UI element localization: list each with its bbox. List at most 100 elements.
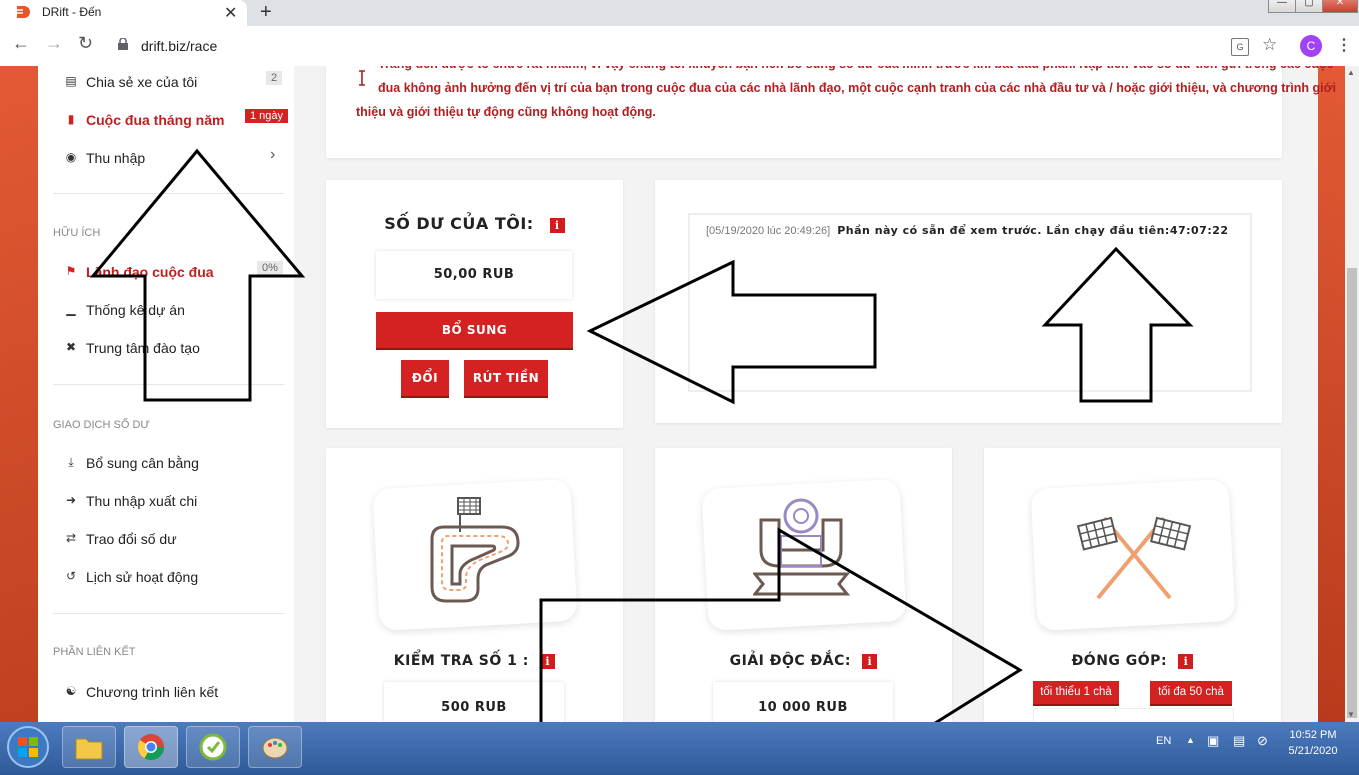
close-tab-icon[interactable]: ✕: [224, 3, 237, 23]
notice-card: Trang đến được tổ chức rất nhanh, vì vậy…: [326, 66, 1336, 158]
warning-bracket-icon: [359, 70, 365, 86]
jackpot-tile-value: 10 000 RUB: [713, 682, 893, 722]
sidebar: ▤ Chia sẻ xe của tôi 2 ▮ Cuộc đua tháng …: [38, 66, 294, 722]
exchange-button[interactable]: ĐỔI: [401, 360, 449, 396]
window-close-button[interactable]: ✕: [1322, 0, 1358, 13]
download-icon: ⤓: [68, 455, 74, 469]
reload-icon[interactable]: ↻: [78, 33, 93, 54]
app-icon: [199, 733, 227, 761]
log-message: Phần này có sẵn để xem trước. Lần chạy đ…: [837, 224, 1229, 237]
tray-language[interactable]: EN: [1156, 735, 1171, 747]
info-icon[interactable]: i: [549, 218, 565, 233]
bookmark-star-icon[interactable]: ☆: [1262, 35, 1277, 55]
wallet-icon: ▮: [67, 112, 75, 126]
balance-amount: 50,00 RUB: [376, 251, 572, 299]
support-icon: ✖: [65, 340, 77, 354]
sidebar-item-topup[interactable]: Bổ sung cân bằng: [86, 455, 199, 471]
sidebar-item-car-share[interactable]: Chia sẻ xe của tôi: [86, 74, 197, 90]
scrollbar-thumb[interactable]: [1347, 268, 1357, 718]
sidebar-divider: [53, 613, 284, 614]
start-button[interactable]: [5, 724, 51, 770]
topup-button[interactable]: BỔ SUNG: [376, 312, 573, 348]
browser-tab[interactable]: DRift - Đến ✕: [0, 0, 247, 26]
new-tab-button[interactable]: +: [260, 1, 272, 24]
tray-volume-muted-icon[interactable]: ⊘: [1257, 733, 1268, 749]
background-left: [0, 66, 38, 722]
info-icon[interactable]: i: [862, 654, 878, 669]
balance-card: SỐ DƯ CỦA TÔI: i 50,00 RUB BỔ SUNG ĐỔI R…: [326, 180, 623, 428]
background-right: [1318, 66, 1345, 722]
sidebar-item-race-leaders[interactable]: Lãnh đạo cuộc đua: [86, 264, 214, 280]
log-entry: [05/19/2020 lúc 20:49:26] Phần này có sẵ…: [706, 224, 1229, 237]
scroll-up-icon[interactable]: ▲: [1347, 68, 1355, 77]
contribution-tile: ĐÓNG GÓP: i tối thiểu 1 chà tối đa 50 ch…: [984, 448, 1281, 722]
sidebar-item-affiliate[interactable]: Chương trình liên kết: [86, 684, 218, 700]
car-share-icon: ▤: [65, 74, 77, 88]
sidebar-item-exchange[interactable]: Trao đổi số dư: [86, 531, 177, 547]
notice-line-3: thiệu và giới thiệu tự động cũng không h…: [356, 105, 656, 119]
checkered-flags-icon: [1076, 516, 1192, 600]
address-bar[interactable]: drift.biz/race: [141, 38, 217, 54]
chevron-right-icon: ›: [270, 146, 276, 163]
taskbar-chrome[interactable]: [124, 726, 178, 768]
sidebar-item-income[interactable]: Thu nhập: [86, 150, 145, 166]
balance-title: SỐ DƯ CỦA TÔI:: [384, 214, 534, 233]
race-track-icon: [430, 497, 520, 603]
withdraw-button[interactable]: RÚT TIỀN: [464, 360, 548, 396]
race-leaders-badge: 0%: [257, 261, 283, 275]
sidebar-item-may-race[interactable]: Cuộc đua tháng năm: [86, 112, 224, 128]
back-icon[interactable]: ←: [12, 33, 30, 54]
trophy-icon: [753, 498, 851, 596]
contribution-input[interactable]: [1033, 708, 1234, 722]
car-share-badge: 2: [266, 71, 283, 85]
sidebar-item-history[interactable]: Lịch sử hoạt động: [86, 569, 198, 585]
notice-text: Trang đến được tổ chức rất nhanh, vì vậy…: [356, 66, 1336, 124]
sidebar-item-payout[interactable]: Thu nhập xuất chi: [86, 493, 197, 509]
taskbar-app[interactable]: [186, 726, 240, 768]
tray-network-icon[interactable]: ▣: [1207, 733, 1219, 749]
paint-palette-icon: [262, 737, 288, 759]
info-icon[interactable]: i: [540, 654, 556, 669]
handshake-icon: ☯: [65, 684, 77, 698]
log-timestamp: [05/19/2020 lúc 20:49:26]: [706, 225, 831, 237]
minimize-button[interactable]: —: [1268, 0, 1296, 13]
contribution-tile-title-row: ĐÓNG GÓP: i: [984, 653, 1281, 669]
taskbar-paint[interactable]: [248, 726, 302, 768]
notice-line-1: Trang đến được tổ chức rất nhanh, vì vậy…: [378, 66, 1334, 76]
balance-title-row: SỐ DƯ CỦA TÔI: i: [326, 214, 623, 233]
contribution-tile-title: ĐÓNG GÓP:: [1071, 653, 1168, 669]
profile-avatar[interactable]: C: [1300, 35, 1322, 57]
chrome-icon: [137, 734, 165, 761]
tray-date[interactable]: 5/21/2020: [1283, 745, 1343, 757]
export-icon: ➜: [65, 493, 77, 507]
history-icon: ↺: [65, 569, 77, 583]
sidebar-divider: [53, 384, 284, 385]
tray-time[interactable]: 10:52 PM: [1283, 729, 1343, 741]
sidebar-item-training[interactable]: Trung tâm đào tạo: [86, 340, 200, 356]
info-icon[interactable]: i: [1178, 654, 1194, 669]
check-tile-title: KIỂM TRA SỐ 1 :: [393, 653, 529, 669]
jackpot-tile-title-row: GIẢI ĐỘC ĐẮC: i: [655, 653, 952, 669]
scroll-down-icon[interactable]: ▼: [1347, 710, 1355, 719]
min-contribution-button[interactable]: tối thiểu 1 chà: [1033, 681, 1119, 704]
section-useful: HỮU ÍCH: [53, 227, 101, 239]
translate-icon[interactable]: G: [1231, 38, 1249, 56]
log-panel: [05/19/2020 lúc 20:49:26] Phần này có sẵ…: [688, 213, 1252, 392]
taskbar-explorer[interactable]: [62, 726, 116, 768]
notice-line-2: đua không ảnh hưởng đến vị trí của bạn t…: [378, 81, 1336, 95]
more-menu-icon[interactable]: ⋮: [1336, 35, 1352, 55]
chart-icon: ▁: [66, 302, 76, 316]
sidebar-divider: [53, 193, 284, 194]
maximize-button[interactable]: ▢: [1295, 0, 1323, 13]
money-bag-icon: ◉: [65, 150, 77, 164]
check-tile-title-row: KIỂM TRA SỐ 1 : i: [326, 653, 623, 669]
forward-icon[interactable]: →: [45, 33, 63, 54]
max-contribution-button[interactable]: tối đa 50 chà: [1150, 681, 1232, 704]
page-viewport: ▤ Chia sẻ xe của tôi 2 ▮ Cuộc đua tháng …: [0, 66, 1345, 722]
tab-title: DRift - Đến: [42, 5, 102, 19]
tray-expand-icon[interactable]: ▲: [1186, 735, 1195, 745]
tray-device-icon[interactable]: ▤: [1233, 733, 1245, 749]
section-balance: GIAO DỊCH SỐ DƯ: [53, 419, 150, 431]
log-card: [05/19/2020 lúc 20:49:26] Phần này có sẵ…: [655, 180, 1282, 423]
sidebar-item-stats[interactable]: Thống kê dự án: [86, 302, 185, 318]
